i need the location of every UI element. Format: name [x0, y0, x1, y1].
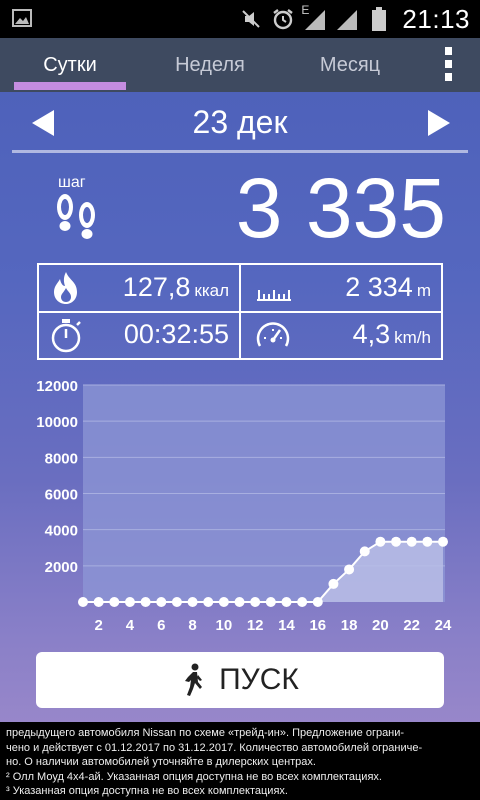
- signal-icon: [334, 7, 360, 31]
- calories-stat: 127,8 ккал: [99, 272, 229, 303]
- tab-month[interactable]: Месяц: [290, 38, 410, 92]
- data-point: [391, 536, 402, 547]
- data-point: [265, 597, 276, 607]
- duration-value: 00:32:55: [123, 319, 229, 349]
- y-tick-label: 10000: [36, 414, 78, 431]
- data-point: [109, 597, 120, 607]
- data-point: [281, 597, 292, 607]
- battery-icon: [366, 7, 392, 31]
- image-icon: [12, 9, 32, 27]
- footer-line: ² Олл Моуд 4х4-ай. Указанная опция досту…: [6, 770, 382, 783]
- data-point: [344, 564, 355, 575]
- steps-count: 3 335: [235, 161, 446, 255]
- previous-day-button[interactable]: [30, 108, 56, 138]
- data-point: [312, 597, 323, 607]
- y-tick-label: 4000: [45, 523, 78, 540]
- distance-value: 2 334: [345, 272, 413, 302]
- speedometer-icon: [256, 322, 290, 347]
- clock: 21:13: [402, 3, 470, 34]
- x-tick-label: 8: [188, 617, 196, 634]
- active-tab-indicator: [14, 82, 126, 90]
- x-tick-label: 22: [403, 617, 420, 634]
- network-type-label: E: [301, 3, 310, 17]
- duration-stat: 00:32:55: [99, 319, 229, 350]
- data-point: [171, 597, 182, 607]
- stopwatch-icon: [51, 319, 81, 353]
- footprints-icon: [57, 194, 95, 239]
- x-tick-label: 14: [278, 617, 295, 634]
- steps-chart: 120001000080006000400020002 4 6 8 10 12 14 16 18…: [36, 378, 452, 634]
- tab-week[interactable]: Неделя: [150, 38, 270, 92]
- x-tick-label: 20: [372, 617, 389, 634]
- data-point: [422, 536, 433, 547]
- x-tick-label: 16: [309, 617, 326, 634]
- x-tick-label: 24: [435, 617, 452, 634]
- x-tick-label: 18: [341, 617, 358, 634]
- x-tick-label: 6: [157, 617, 165, 634]
- y-tick-label: 8000: [45, 450, 78, 467]
- footer-line: предыдущего автомобиля Nissan по схеме «…: [6, 727, 405, 739]
- x-tick-label: 10: [216, 617, 233, 634]
- data-point: [124, 597, 135, 607]
- data-point: [218, 597, 229, 607]
- overflow-menu-icon[interactable]: [438, 45, 458, 83]
- data-point: [187, 597, 198, 607]
- speed-value: 4,3: [352, 319, 391, 349]
- date-label: 23 дек: [192, 104, 288, 140]
- calories-value: 127,8: [122, 272, 191, 302]
- steps-label: шаг: [58, 174, 86, 191]
- data-point: [234, 597, 245, 607]
- stats-grid: 127,8 ккал 2 334 m 00:32:55 4,3 km/h: [37, 263, 443, 360]
- footer-line: но. О наличии автомобилей уточняйте в ди…: [6, 756, 316, 768]
- x-tick-label: 12: [247, 617, 264, 634]
- data-point: [203, 597, 214, 607]
- start-button-label: ПУСК: [219, 663, 299, 696]
- mute-icon: [238, 7, 264, 31]
- y-tick-label: 6000: [45, 487, 78, 504]
- data-point: [328, 578, 339, 589]
- next-day-button[interactable]: [426, 108, 452, 138]
- data-point: [140, 597, 151, 607]
- footer-line: чено и действует с 01.12.2017 по 31.12.2…: [6, 741, 423, 754]
- x-tick-label: 4: [126, 617, 135, 634]
- distance-stat: 2 334 m: [301, 272, 431, 303]
- calories-unit: ккал: [194, 281, 229, 300]
- data-point: [375, 536, 386, 547]
- signal-icon: E: [301, 3, 328, 31]
- data-point: [78, 597, 88, 607]
- data-point: [156, 597, 167, 607]
- status-bar: E 21:13: [0, 0, 480, 38]
- start-button[interactable]: ПУСК: [36, 652, 444, 708]
- x-tick-label: 2: [94, 617, 102, 634]
- y-tick-label: 2000: [45, 559, 78, 576]
- distance-unit: m: [416, 281, 431, 300]
- y-tick-label: 12000: [36, 378, 78, 395]
- data-point: [297, 597, 308, 607]
- ruler-icon: [257, 290, 291, 301]
- speed-stat: 4,3 km/h: [301, 319, 431, 350]
- alarm-icon: [270, 7, 296, 31]
- data-point: [93, 597, 104, 607]
- data-point: [250, 597, 261, 607]
- data-point: [438, 536, 448, 547]
- footer-line: ³ Указанная опция доступна не во всех ко…: [6, 785, 288, 797]
- data-point: [359, 546, 370, 557]
- divider: [12, 150, 468, 153]
- flame-icon: [54, 272, 77, 304]
- speed-unit: km/h: [394, 328, 431, 347]
- walking-person-icon: [185, 663, 203, 696]
- data-point: [406, 536, 417, 547]
- footer-disclaimer: предыдущего автомобиля Nissan по схеме «…: [0, 722, 480, 800]
